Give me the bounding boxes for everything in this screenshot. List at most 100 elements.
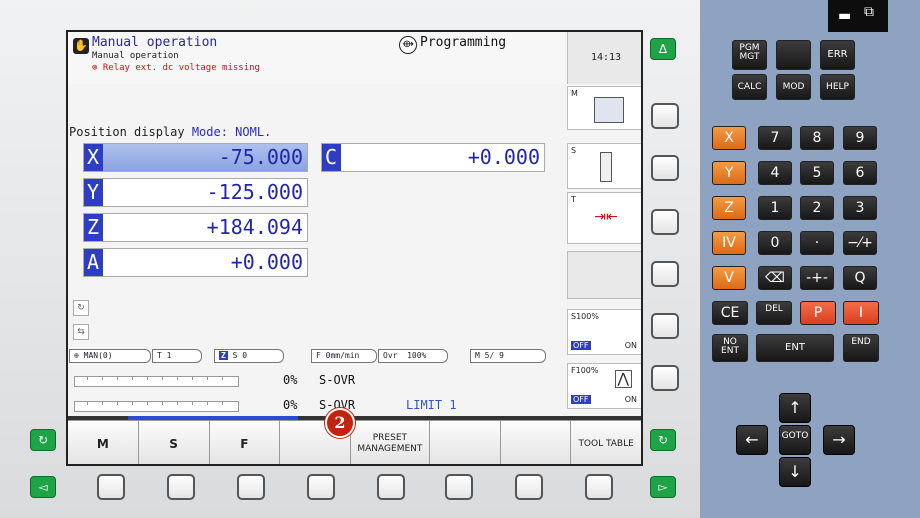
axis-c[interactable]: C +0.000 bbox=[321, 143, 545, 172]
goto-label: GOTO bbox=[781, 431, 809, 441]
f-override-value: F100% bbox=[571, 366, 599, 375]
side-empty-display bbox=[567, 251, 641, 299]
step-badge: 2 bbox=[325, 408, 355, 438]
bottom-softkey-5[interactable] bbox=[377, 474, 405, 500]
key-calc[interactable]: CALC bbox=[732, 74, 767, 100]
key-mod[interactable]: MOD bbox=[776, 74, 811, 100]
key-blank[interactable] bbox=[776, 40, 811, 70]
cycle-right-key[interactable]: ↻ bbox=[650, 429, 676, 451]
bottom-softkey-8[interactable] bbox=[585, 474, 613, 500]
axis-value: +184.094 bbox=[206, 215, 303, 239]
axis-z[interactable]: Z +184.094 bbox=[83, 213, 308, 242]
key-4[interactable]: 4 bbox=[758, 161, 792, 185]
error-text: Relay ext. dc voltage missing bbox=[102, 63, 260, 73]
key-9[interactable]: 9 bbox=[843, 126, 877, 150]
key-0[interactable]: 0 bbox=[758, 231, 792, 255]
softkey-f[interactable]: F bbox=[209, 421, 281, 464]
softkey-m[interactable]: M bbox=[68, 421, 139, 464]
key-err[interactable]: ERR bbox=[820, 40, 855, 70]
side-softkey-1[interactable] bbox=[651, 103, 679, 129]
side-softkey-5[interactable] bbox=[651, 313, 679, 339]
key-end[interactable]: END bbox=[843, 334, 879, 362]
key-axis-v[interactable]: V bbox=[712, 266, 746, 290]
key-del[interactable]: DEL bbox=[756, 301, 792, 325]
softkey-empty-3[interactable] bbox=[500, 421, 572, 464]
mode-primary[interactable]: Manual operation bbox=[92, 35, 217, 50]
arrow-right-key[interactable]: → bbox=[823, 425, 855, 455]
tool-change-icon[interactable]: ⇆ bbox=[73, 324, 89, 340]
axis-value: -75.000 bbox=[218, 145, 303, 169]
key-backspace[interactable]: ⌫ bbox=[758, 266, 792, 290]
bottom-softkey-3[interactable] bbox=[237, 474, 265, 500]
key-q[interactable]: Q bbox=[843, 266, 877, 290]
key-axis-x[interactable]: X bbox=[712, 126, 746, 150]
bottom-softkey-1[interactable] bbox=[97, 474, 125, 500]
side-m-label: M bbox=[571, 89, 578, 98]
key-no-ent[interactable]: NO ENT bbox=[712, 334, 748, 362]
key-pgm-mgt[interactable]: PGM MGT bbox=[732, 40, 767, 70]
refresh-icon[interactable]: ↻ bbox=[73, 300, 89, 316]
f-off-label: OFF bbox=[571, 395, 591, 404]
arrow-down-key[interactable]: ↓ bbox=[779, 457, 811, 487]
softkey-row: M S F PRESET MANAGEMENT TOOL TABLE bbox=[68, 420, 641, 464]
spindle-icon bbox=[600, 152, 612, 182]
goto-key[interactable]: GOTO bbox=[779, 425, 811, 455]
arrow-up-key[interactable]: ↑ bbox=[779, 393, 811, 423]
softkey-s[interactable]: S bbox=[138, 421, 210, 464]
bottom-softkey-7[interactable] bbox=[515, 474, 543, 500]
side-softkey-4[interactable] bbox=[651, 261, 679, 287]
triangle-up-key[interactable]: Δ bbox=[650, 38, 676, 60]
key-help[interactable]: HELP bbox=[820, 74, 855, 100]
key-7[interactable]: 7 bbox=[758, 126, 792, 150]
status-manual-text: MAN(0) bbox=[83, 351, 113, 360]
ovr-label: Ovr bbox=[383, 351, 398, 360]
key-1[interactable]: 1 bbox=[758, 196, 792, 220]
key-ent[interactable]: ENT bbox=[756, 334, 834, 362]
status-tool: T 1 bbox=[152, 349, 202, 363]
key-2[interactable]: 2 bbox=[800, 196, 834, 220]
softkey-empty-2[interactable] bbox=[429, 421, 501, 464]
bottom-softkey-2[interactable] bbox=[167, 474, 195, 500]
key-8[interactable]: 8 bbox=[800, 126, 834, 150]
axis-x[interactable]: X -75.000 bbox=[83, 143, 308, 172]
side-softkey-6[interactable] bbox=[651, 365, 679, 391]
key-sign[interactable]: −⁄+ bbox=[843, 231, 877, 255]
key-5[interactable]: 5 bbox=[800, 161, 834, 185]
axis-a[interactable]: A +0.000 bbox=[83, 248, 308, 277]
mode-secondary[interactable]: Programming bbox=[420, 35, 506, 50]
key-axis-iv[interactable]: IV bbox=[712, 231, 746, 255]
key-axis-z[interactable]: Z bbox=[712, 196, 746, 220]
side-softkey-3[interactable] bbox=[651, 209, 679, 235]
arrow-left-key[interactable]: ← bbox=[736, 425, 768, 455]
scroll-left-key[interactable]: ◅ bbox=[30, 476, 56, 498]
key-3[interactable]: 3 bbox=[843, 196, 877, 220]
key-i[interactable]: I bbox=[843, 301, 879, 325]
minimize-icon[interactable]: ▬ bbox=[838, 8, 851, 24]
restore-icon[interactable]: ⧉ bbox=[864, 4, 874, 20]
key-axis-y[interactable]: Y bbox=[712, 161, 746, 185]
axis-y[interactable]: Y -125.000 bbox=[83, 178, 308, 207]
side-t-label: T bbox=[571, 195, 576, 204]
key-ce[interactable]: CE bbox=[712, 301, 748, 325]
key-p[interactable]: P bbox=[800, 301, 836, 325]
key-decimal[interactable]: · bbox=[800, 231, 834, 255]
key-actual-position[interactable]: -+- bbox=[800, 266, 834, 290]
side-softkey-2[interactable] bbox=[651, 155, 679, 181]
softkey-preset-management[interactable]: PRESET MANAGEMENT bbox=[351, 421, 430, 464]
softkey-tool-table[interactable]: TOOL TABLE bbox=[571, 421, 641, 464]
error-message[interactable]: ⊗ Relay ext. dc voltage missing bbox=[92, 63, 260, 73]
window-controls: ▬ ⧉ bbox=[828, 0, 888, 32]
side-s-label: S bbox=[571, 146, 577, 155]
bottom-softkey-4[interactable] bbox=[307, 474, 335, 500]
cycle-left-key[interactable]: ↻ bbox=[30, 429, 56, 451]
status-override: Ovr 100% bbox=[378, 349, 448, 363]
side-t-display: T ⇥⇤ bbox=[567, 192, 641, 244]
scroll-right-key[interactable]: ▻ bbox=[650, 476, 676, 498]
key-6[interactable]: 6 bbox=[843, 161, 877, 185]
machine-icon bbox=[594, 97, 624, 123]
axis-value: -125.000 bbox=[206, 180, 303, 204]
bottom-softkey-6[interactable] bbox=[445, 474, 473, 500]
header-area: ✋ Manual operation Manual operation ⊗ Re… bbox=[68, 32, 565, 84]
status-m-func: M 5/ 9 bbox=[470, 349, 546, 363]
ovr-value: 100% bbox=[407, 351, 427, 360]
